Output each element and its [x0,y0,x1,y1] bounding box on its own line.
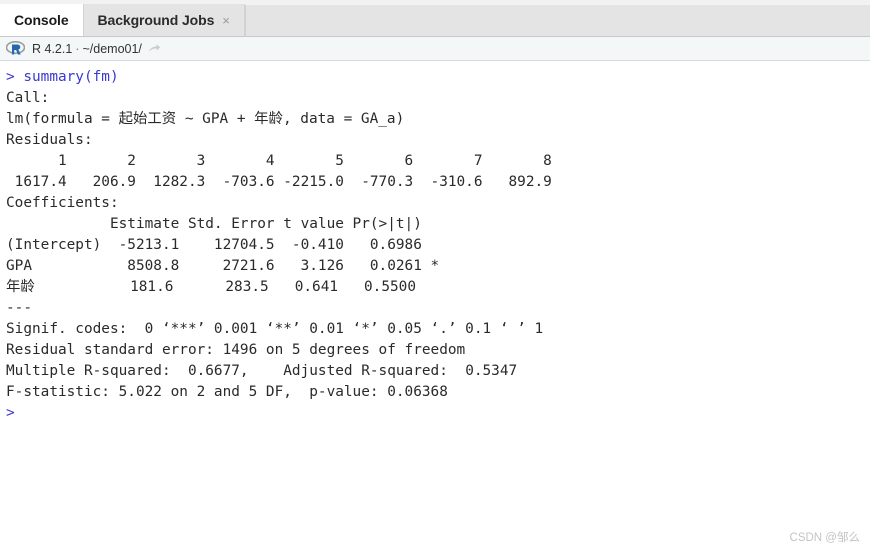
tab-bar: Console Background Jobs × [0,0,870,37]
watermark: CSDN @邹么 [789,532,860,544]
session-separator: · [75,41,80,56]
console-line-coefficients-columns: Estimate Std. Error t value Pr(>|t|) [6,216,440,232]
console-line-call-header: Call: [6,90,50,106]
console-line-signif-codes: Signif. codes: 0 ‘***’ 0.001 ‘**’ 0.01 ‘… [6,321,544,337]
console-line-call-formula: lm(formula = 起始工资 ~ GPA + 年龄, data = GA_… [6,111,405,127]
console-line-coefficient-gpa: GPA 8508.8 2721.6 3.126 0.0261 * [6,258,440,274]
tab-background-jobs[interactable]: Background Jobs × [82,4,245,36]
tab-bar-filler [244,4,870,36]
console-line-coefficient-age: 年龄 181.6 283.5 0.641 0.5500 [6,279,434,295]
tab-background-jobs-label: Background Jobs [97,12,215,28]
r-version-label: R 4.2.1 [32,41,73,56]
open-in-new-window-icon[interactable] [147,42,161,56]
close-icon[interactable]: × [222,14,230,27]
console-prompt[interactable]: > [6,403,870,424]
console-line-residual-standard-error: Residual standard error: 1496 on 5 degre… [6,342,466,358]
console-line-f-statistic: F-statistic: 5.022 on 2 and 5 DF, p-valu… [6,384,448,400]
console-output[interactable]: > summary(fm) Call: lm(formula = 起始工资 ~ … [0,61,870,551]
console-line-residuals-header: Residuals: [6,132,93,148]
console-line-coefficient-intercept: (Intercept) -5213.1 12704.5 -0.410 0.698… [6,237,440,253]
console-line-coefficients-header: Coefficients: [6,195,119,211]
rstudio-console-pane: Console Background Jobs × R 4.2.1 · ~/de… [0,0,870,552]
console-line-command: > summary(fm) [6,69,119,85]
tab-console[interactable]: Console [0,4,83,36]
working-directory-label[interactable]: ~/demo01/ [82,42,141,56]
console-line-divider: --- [6,300,32,316]
r-logo-icon [5,40,26,56]
console-line-r-squared: Multiple R-squared: 0.6677, Adjusted R-s… [6,363,526,379]
console-line-residuals-ids: 1 2 3 4 5 6 7 8 [6,153,561,169]
console-line-residuals-values: 1617.4 206.9 1282.3 -703.6 -2215.0 -770.… [6,174,561,190]
tab-console-label: Console [14,12,69,28]
session-info-bar: R 4.2.1 · ~/demo01/ [0,37,870,61]
